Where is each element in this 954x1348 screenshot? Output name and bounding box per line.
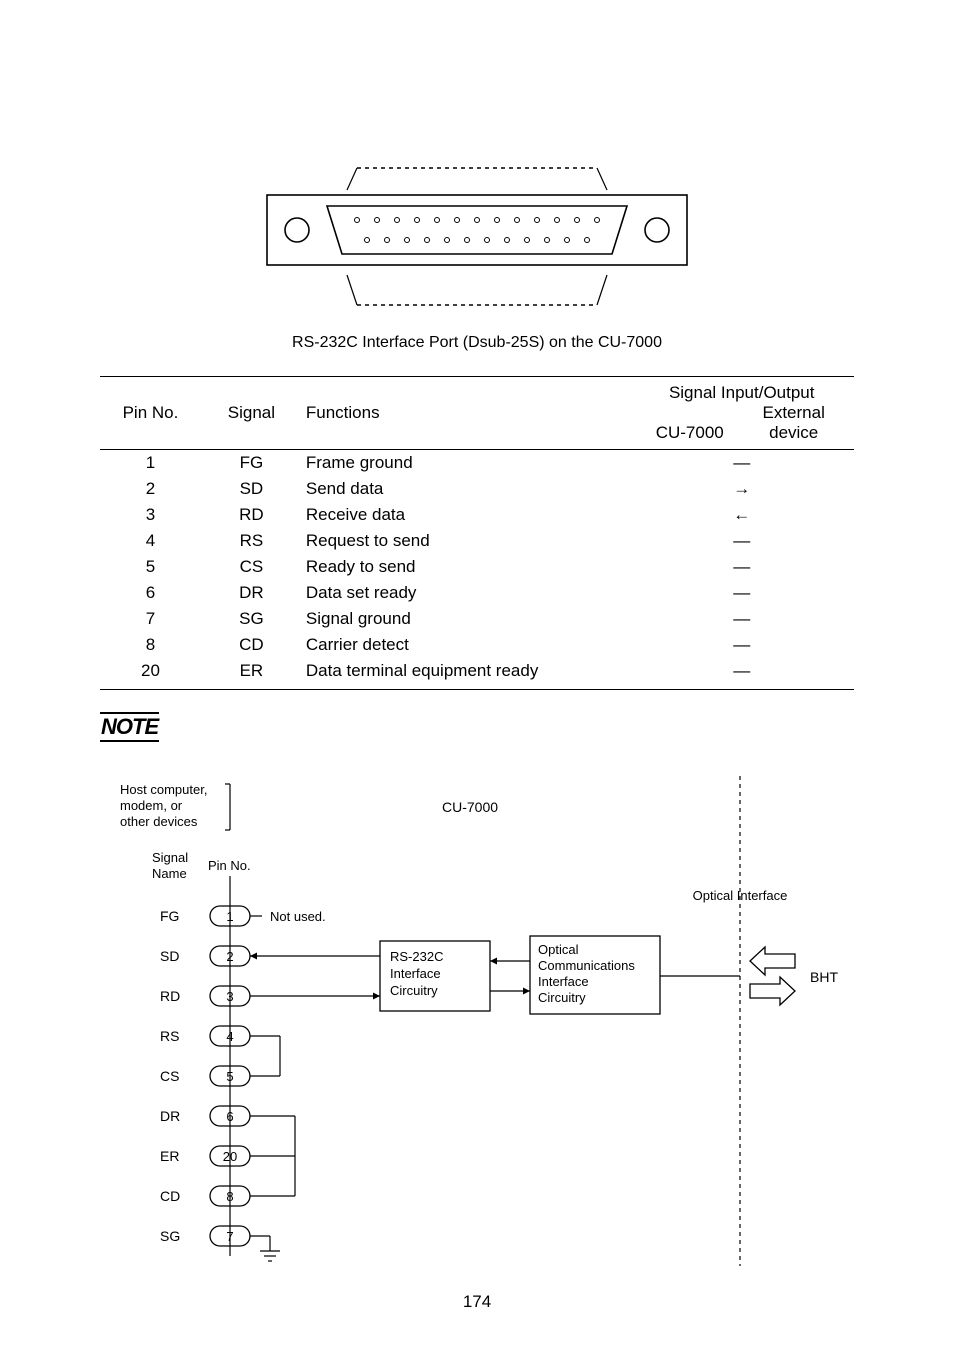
svg-text:CD: CD — [160, 1188, 180, 1204]
svg-text:Circuitry: Circuitry — [390, 983, 438, 998]
page-number: 174 — [0, 1292, 954, 1312]
svg-text:Communications: Communications — [538, 958, 635, 973]
svg-text:SG: SG — [160, 1228, 180, 1244]
ground-icon — [260, 1251, 280, 1261]
diag-pin-label: Pin No. — [208, 858, 251, 873]
svg-text:other devices: other devices — [120, 814, 198, 829]
diag-optical-block: Optical — [538, 942, 579, 957]
svg-text:3: 3 — [226, 989, 233, 1004]
svg-text:SD: SD — [160, 948, 179, 964]
figure-caption: RS-232C Interface Port (Dsub-25S) on the… — [100, 334, 854, 352]
th-io-right: External device — [742, 403, 846, 443]
diag-not-used: Not used. — [270, 909, 326, 924]
table-row: 6DRData set ready— — [100, 580, 854, 606]
svg-text:RS: RS — [160, 1028, 179, 1044]
svg-text:2: 2 — [226, 949, 233, 964]
svg-text:Interface: Interface — [390, 966, 441, 981]
pin-table: Pin No. Signal Functions Signal Input/Ou… — [100, 376, 854, 690]
svg-text:FG: FG — [160, 908, 179, 924]
svg-text:Circuitry: Circuitry — [538, 990, 586, 1005]
svg-text:Interface: Interface — [538, 974, 589, 989]
svg-text:Name: Name — [152, 866, 187, 881]
svg-text:modem, or: modem, or — [120, 798, 183, 813]
svg-text:7: 7 — [226, 1229, 233, 1244]
table-row: 4RSRequest to send— — [100, 528, 854, 554]
th-pin: Pin No. — [100, 377, 201, 450]
table-row: 20ERData terminal equipment ready— — [100, 658, 854, 690]
svg-text:RD: RD — [160, 988, 180, 1004]
table-row: 2SDSend data→ — [100, 476, 854, 502]
th-func: Functions — [302, 377, 630, 450]
svg-text:8: 8 — [226, 1189, 233, 1204]
diag-signal-name-label: Signal — [152, 850, 188, 865]
diag-optical-interface-label: Optical Interface — [693, 888, 788, 903]
diag-rs232-block: RS-232C — [390, 949, 443, 964]
svg-text:4: 4 — [226, 1029, 233, 1044]
th-io-left: CU-7000 — [638, 423, 742, 443]
table-row: 1FGFrame ground— — [100, 450, 854, 477]
table-row: 8CDCarrier detect— — [100, 632, 854, 658]
table-row: 7SGSignal ground— — [100, 606, 854, 632]
svg-text:DR: DR — [160, 1108, 180, 1124]
svg-text:6: 6 — [226, 1109, 233, 1124]
connector-drawing — [257, 160, 697, 320]
th-io-title: Signal Input/Output — [629, 377, 854, 404]
bht-arrows-icon — [750, 947, 795, 1005]
note-label: NOTE — [100, 712, 159, 742]
diag-host-label: Host computer, — [120, 782, 207, 797]
svg-text:1: 1 — [226, 909, 233, 924]
table-row: 5CSReady to send— — [100, 554, 854, 580]
block-diagram: Host computer, modem, or other devices C… — [100, 766, 854, 1286]
diag-bht-label: BHT — [810, 969, 838, 985]
svg-text:20: 20 — [223, 1149, 237, 1164]
th-signal: Signal — [201, 377, 302, 450]
diag-cu-label: CU-7000 — [442, 799, 498, 815]
svg-text:5: 5 — [226, 1069, 233, 1084]
table-row: 3RDReceive data← — [100, 502, 854, 528]
svg-text:CS: CS — [160, 1068, 179, 1084]
svg-text:ER: ER — [160, 1148, 179, 1164]
